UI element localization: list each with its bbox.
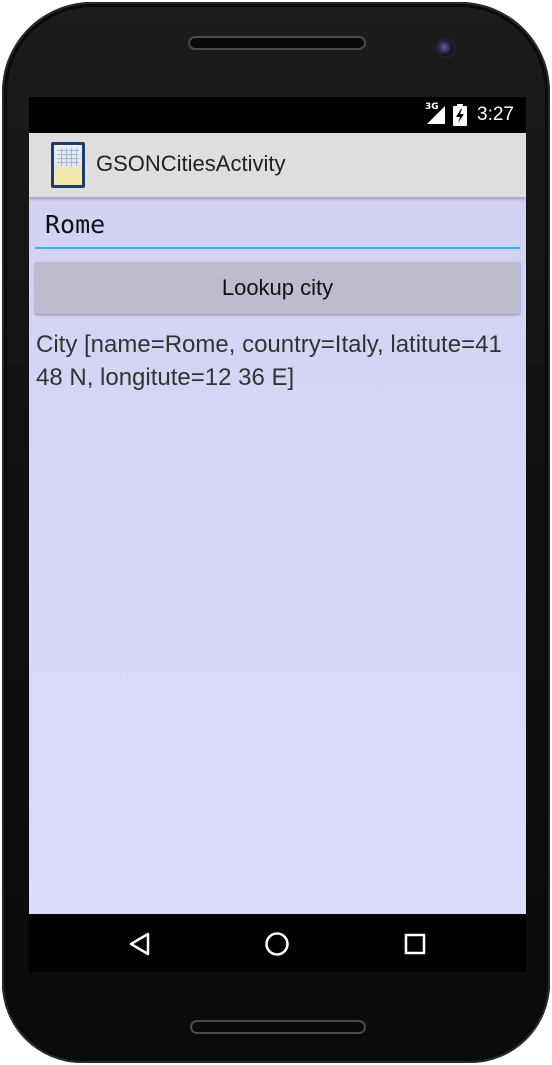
navigation-bar [29,914,526,972]
app-icon [51,142,85,188]
city-input[interactable] [35,205,520,249]
battery-charging-icon [453,104,468,126]
recents-button[interactable] [401,930,429,958]
home-icon [265,932,289,956]
bottom-speaker [190,1020,366,1034]
app-title: GSONCitiesActivity [96,151,286,176]
main-content: Lookup city City [name=Rome, country=Ita… [29,197,526,914]
network-type-label: 3G [425,102,439,112]
action-bar: GSONCitiesActivity [29,133,526,197]
back-icon [129,932,150,956]
status-icons: 3G 3:27 [425,102,514,127]
status-clock: 3:27 [477,104,514,125]
status-bar: 3G 3:27 [29,97,526,133]
earpiece-speaker [188,36,366,50]
home-button[interactable] [263,930,291,958]
phone-frame: 3G 3:27 GSONCitiesActivity Lookup city C… [2,2,550,1063]
lookup-city-button[interactable]: Lookup city [35,262,520,314]
screen: 3G 3:27 GSONCitiesActivity Lookup city C… [29,97,526,972]
recents-icon [404,933,426,955]
signal-icon: 3G [425,102,447,126]
city-result-text: City [name=Rome, country=Italy, latitute… [36,331,502,391]
front-camera [435,38,455,58]
back-button[interactable] [126,930,154,958]
